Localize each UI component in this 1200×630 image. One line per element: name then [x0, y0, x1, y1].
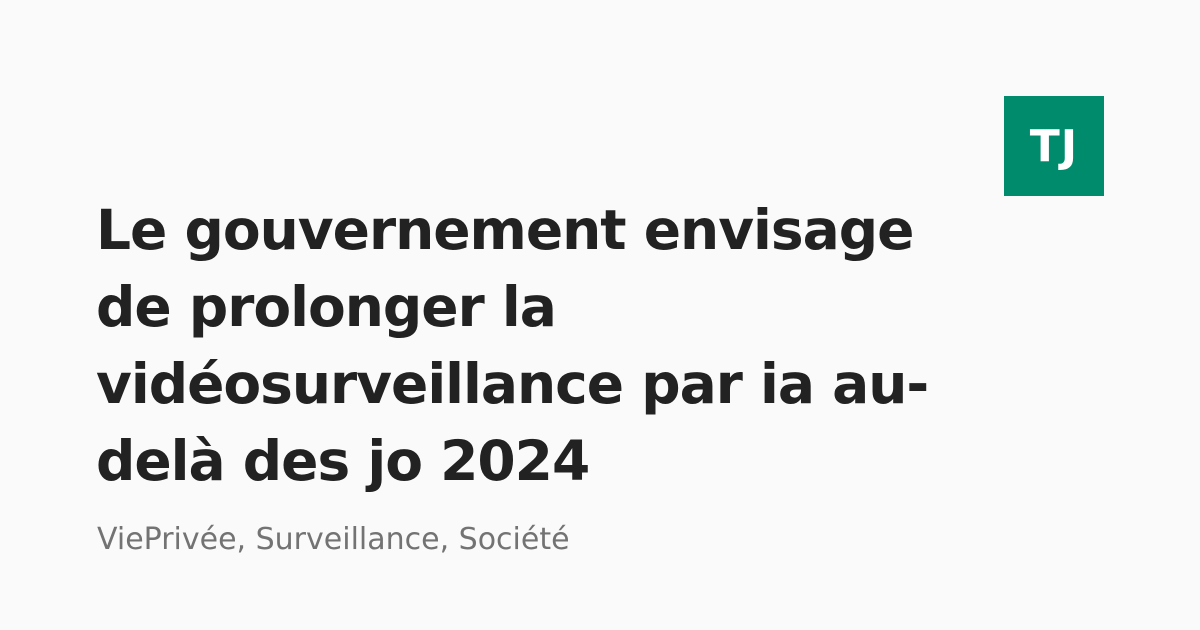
- article-title: Le gouvernement envisage de prolonger la…: [96, 192, 996, 500]
- site-logo[interactable]: TJ: [1004, 96, 1104, 196]
- article-title-line: delà des jo 2024: [96, 429, 590, 493]
- article-title-line: Le gouvernement envisage: [96, 198, 914, 262]
- article-title-line: vidéosurveillance par ia au-: [96, 352, 929, 416]
- logo-text: TJ: [1029, 120, 1079, 172]
- article-title-line: de prolonger la: [96, 275, 557, 339]
- article-tags: ViePrivée, Surveillance, Société: [97, 522, 570, 557]
